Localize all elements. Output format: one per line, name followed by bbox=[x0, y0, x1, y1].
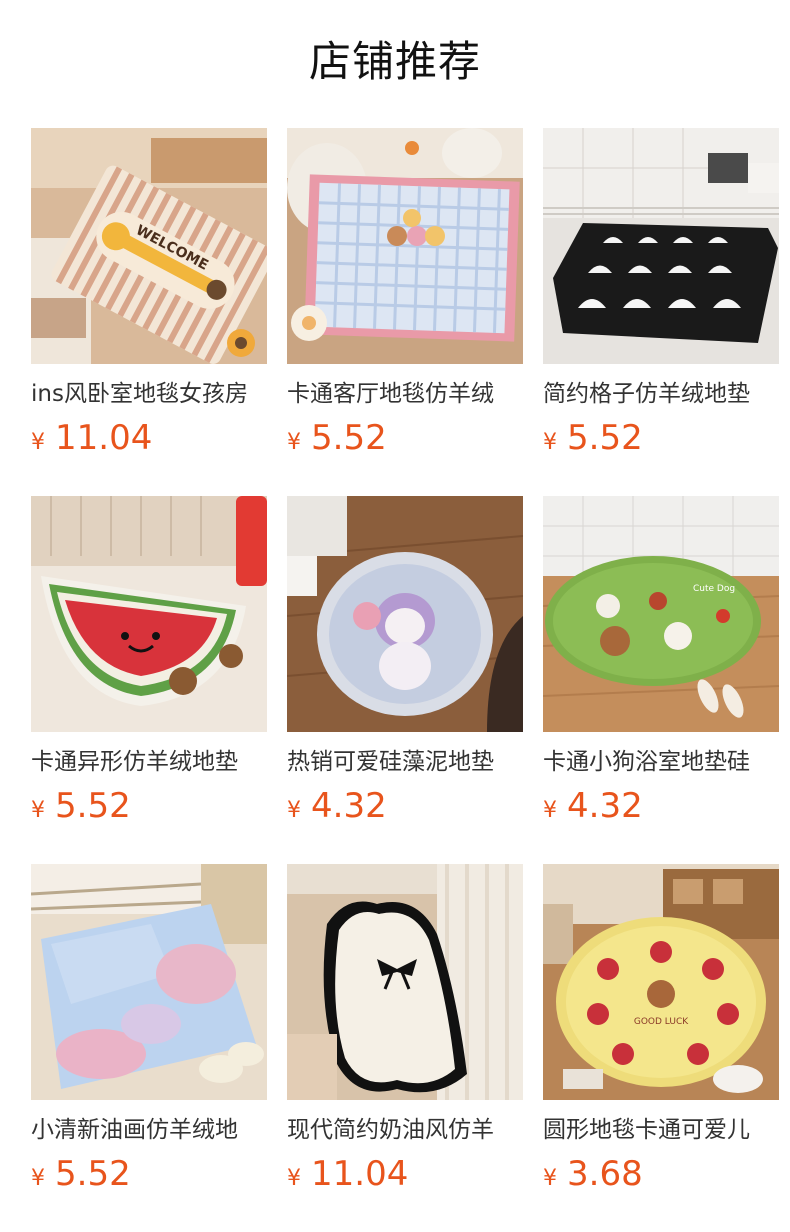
price-value: 4.32 bbox=[567, 786, 643, 826]
price-value: 5.52 bbox=[567, 418, 643, 458]
product-card[interactable]: 现代简约奶油风仿羊 ¥11.04 bbox=[287, 864, 523, 1232]
product-price: ¥4.32 bbox=[287, 784, 523, 828]
price-value: 3.68 bbox=[567, 1154, 643, 1194]
product-card[interactable]: 卡通异形仿羊绒地垫 ¥5.52 bbox=[31, 496, 267, 864]
product-image[interactable] bbox=[287, 864, 523, 1100]
currency-symbol: ¥ bbox=[287, 430, 301, 455]
currency-symbol: ¥ bbox=[287, 798, 301, 823]
price-value: 5.52 bbox=[55, 1154, 131, 1194]
svg-text:Cute Dog: Cute Dog bbox=[693, 584, 735, 594]
price-value: 11.04 bbox=[311, 1154, 409, 1194]
product-image[interactable] bbox=[31, 864, 267, 1100]
product-name[interactable]: 卡通小狗浴室地垫硅 bbox=[543, 746, 779, 778]
product-card[interactable]: GOOD LUCK 圆形地毯卡通可爱儿 ¥3.68 bbox=[543, 864, 779, 1232]
product-card[interactable]: 卡通客厅地毯仿羊绒 ¥5.52 bbox=[287, 128, 523, 496]
product-grid: WELCOME ins风卧室地毯女孩房 ¥11.04 卡通客厅地毯仿羊绒 ¥ 5… bbox=[31, 128, 779, 1232]
product-card[interactable]: 热销可爱硅藻泥地垫 ¥4.32 bbox=[287, 496, 523, 864]
price-value: 4.32 bbox=[311, 786, 387, 826]
product-card[interactable]: WELCOME ins风卧室地毯女孩房 ¥11.04 bbox=[31, 128, 267, 496]
product-name[interactable]: 热销可爱硅藻泥地垫 bbox=[287, 746, 523, 778]
product-card[interactable]: 简约格子仿羊绒地垫 ¥5.52 bbox=[543, 128, 779, 496]
currency-symbol: ¥ bbox=[287, 1166, 301, 1191]
currency-symbol: ¥ bbox=[31, 1166, 45, 1191]
product-card[interactable]: 小清新油画仿羊绒地 ¥5.52 bbox=[31, 864, 267, 1232]
currency-symbol: ¥ bbox=[31, 430, 45, 455]
product-name[interactable]: 卡通客厅地毯仿羊绒 bbox=[287, 378, 523, 410]
product-price: ¥11.04 bbox=[287, 1152, 523, 1196]
product-name[interactable]: ins风卧室地毯女孩房 bbox=[31, 378, 267, 410]
price-value: 5.52 bbox=[311, 418, 387, 458]
product-name[interactable]: 现代简约奶油风仿羊 bbox=[287, 1114, 523, 1146]
product-image[interactable] bbox=[31, 496, 267, 732]
price-value: 5.52 bbox=[55, 786, 131, 826]
page-title: 店铺推荐 bbox=[308, 37, 481, 86]
product-image[interactable]: WELCOME bbox=[31, 128, 267, 364]
price-value: 11.04 bbox=[55, 418, 153, 458]
product-price: ¥5.52 bbox=[287, 416, 523, 460]
product-image[interactable]: Cute Dog bbox=[543, 496, 779, 732]
product-image[interactable] bbox=[543, 128, 779, 364]
currency-symbol: ¥ bbox=[543, 798, 557, 823]
product-image[interactable] bbox=[287, 128, 523, 364]
product-name[interactable]: 圆形地毯卡通可爱儿 bbox=[543, 1114, 779, 1146]
currency-symbol: ¥ bbox=[543, 1166, 557, 1191]
product-image[interactable] bbox=[287, 496, 523, 732]
product-price: ¥3.68 bbox=[543, 1152, 779, 1196]
product-name[interactable]: 简约格子仿羊绒地垫 bbox=[543, 378, 779, 410]
currency-symbol: ¥ bbox=[31, 798, 45, 823]
product-image[interactable]: GOOD LUCK bbox=[543, 864, 779, 1100]
product-price: ¥5.52 bbox=[31, 784, 267, 828]
product-name[interactable]: 小清新油画仿羊绒地 bbox=[31, 1114, 267, 1146]
product-price: ¥5.52 bbox=[543, 416, 779, 460]
svg-text:GOOD LUCK: GOOD LUCK bbox=[634, 1017, 689, 1027]
product-price: ¥5.52 bbox=[31, 1152, 267, 1196]
product-card[interactable]: Cute Dog 卡通小狗浴室地垫硅 ¥4.32 bbox=[543, 496, 779, 864]
currency-symbol: ¥ bbox=[543, 430, 557, 455]
product-name[interactable]: 卡通异形仿羊绒地垫 bbox=[31, 746, 267, 778]
product-price: ¥4.32 bbox=[543, 784, 779, 828]
product-price: ¥11.04 bbox=[31, 416, 267, 460]
